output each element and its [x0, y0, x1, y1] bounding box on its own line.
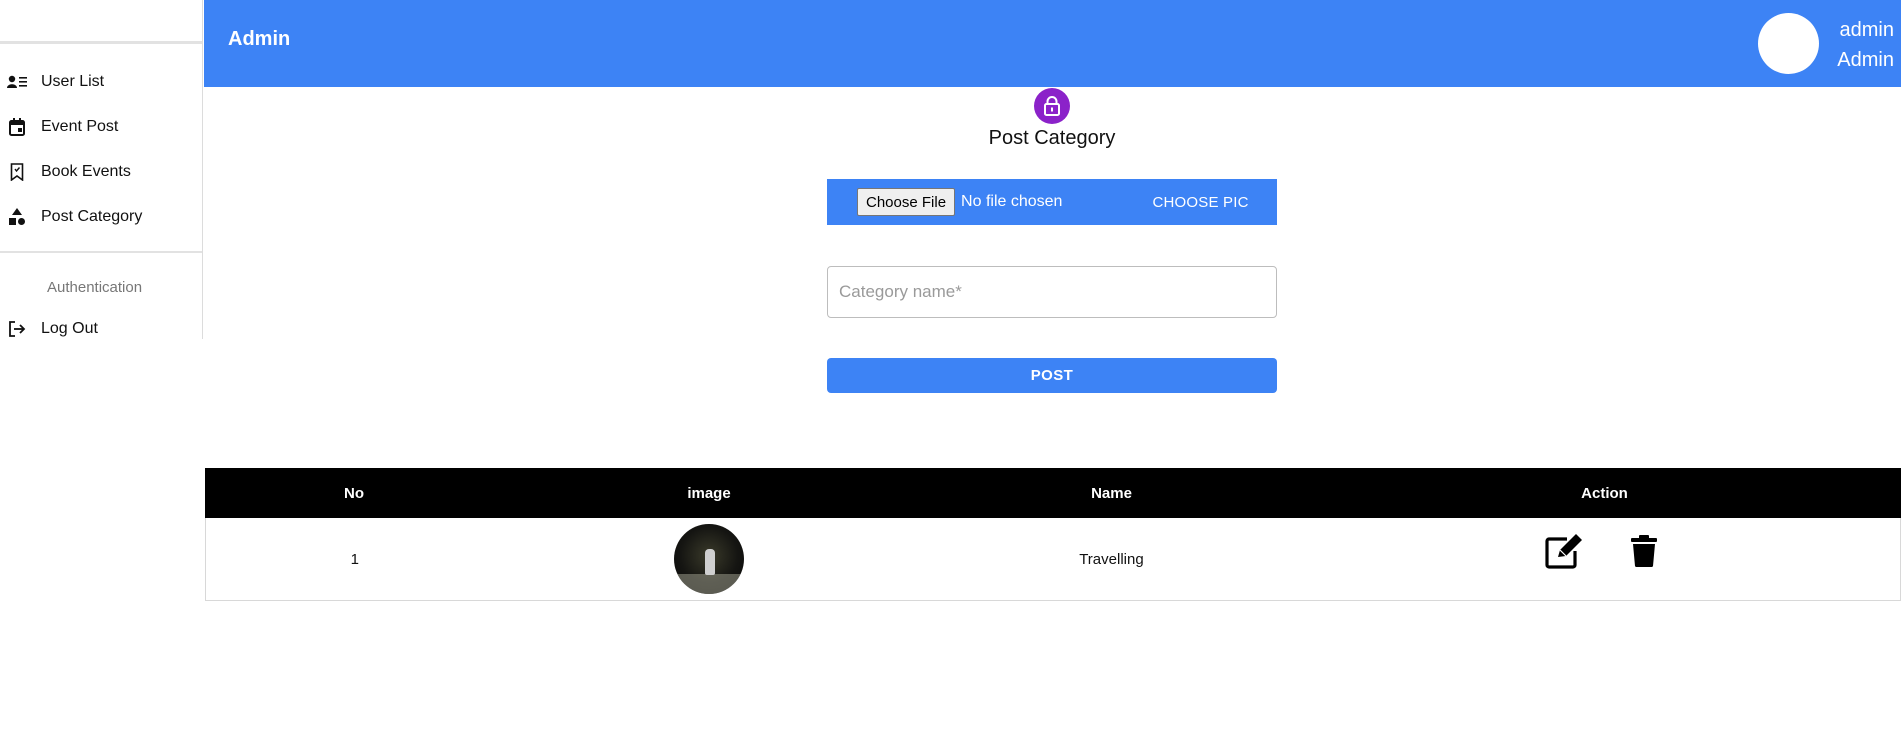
trash-icon[interactable] [1624, 531, 1664, 571]
category-thumbnail [674, 524, 745, 594]
choose-pic-label[interactable]: CHOOSE PIC [1152, 194, 1248, 211]
row-actions [1308, 518, 1900, 600]
column-header-no: No [344, 484, 364, 502]
table-header: No image Name Action [205, 468, 1901, 518]
choose-file-button[interactable]: Choose File [857, 188, 956, 216]
row-name: Travelling [1079, 550, 1144, 568]
sidebar-item-post-category[interactable]: Post Category [0, 194, 202, 239]
category-table: No image Name Action 1 Travelling [205, 468, 1901, 601]
row-number: 1 [350, 550, 359, 568]
bookmark-icon [7, 162, 27, 182]
column-header-action: Action [1581, 484, 1628, 502]
column-header-name: Name [1091, 484, 1132, 502]
sidebar-item-user-list[interactable]: User List [0, 59, 202, 104]
shapes-icon [7, 207, 27, 227]
user-info: admin Admin [1828, 15, 1894, 75]
sidebar-item-log-out[interactable]: Log Out [0, 306, 202, 351]
page-title: Post Category [988, 127, 1116, 149]
sidebar-divider [0, 251, 202, 253]
username: admin [1839, 19, 1894, 41]
column-header-image: image [687, 484, 731, 502]
post-button[interactable]: POST [827, 358, 1277, 393]
sidebar: User List Event Post Book Events Post Ca… [0, 0, 203, 339]
edit-icon[interactable] [1544, 531, 1584, 571]
sidebar-item-label: Event Post [41, 117, 119, 135]
sidebar-item-label: Log Out [41, 319, 98, 337]
file-upload-bar[interactable]: Choose File No file chosen CHOOSE PIC [827, 179, 1277, 225]
top-header: Admin admin Admin [204, 0, 1901, 87]
header-title: Admin [228, 28, 291, 50]
sidebar-header [0, 0, 202, 44]
file-status: No file chosen [961, 193, 1063, 210]
section-label-authentication: Authentication [47, 279, 143, 296]
sidebar-item-book-events[interactable]: Book Events [0, 149, 202, 194]
sidebar-item-label: Book Events [41, 162, 131, 180]
category-name-input[interactable] [827, 266, 1277, 318]
logout-icon [7, 319, 27, 339]
sidebar-item-event-post[interactable]: Event Post [0, 104, 202, 149]
lock-icon [1034, 88, 1070, 124]
sidebar-item-label: Post Category [41, 207, 143, 225]
calendar-icon [7, 117, 27, 137]
row-image-cell [504, 518, 916, 600]
avatar[interactable] [1758, 13, 1819, 74]
sidebar-nav: User List Event Post Book Events Post Ca… [0, 44, 202, 239]
table-row: 1 Travelling [205, 518, 1901, 601]
user-role: Admin [1837, 49, 1894, 71]
sidebar-item-label: User List [41, 72, 105, 90]
user-list-icon [7, 72, 27, 92]
